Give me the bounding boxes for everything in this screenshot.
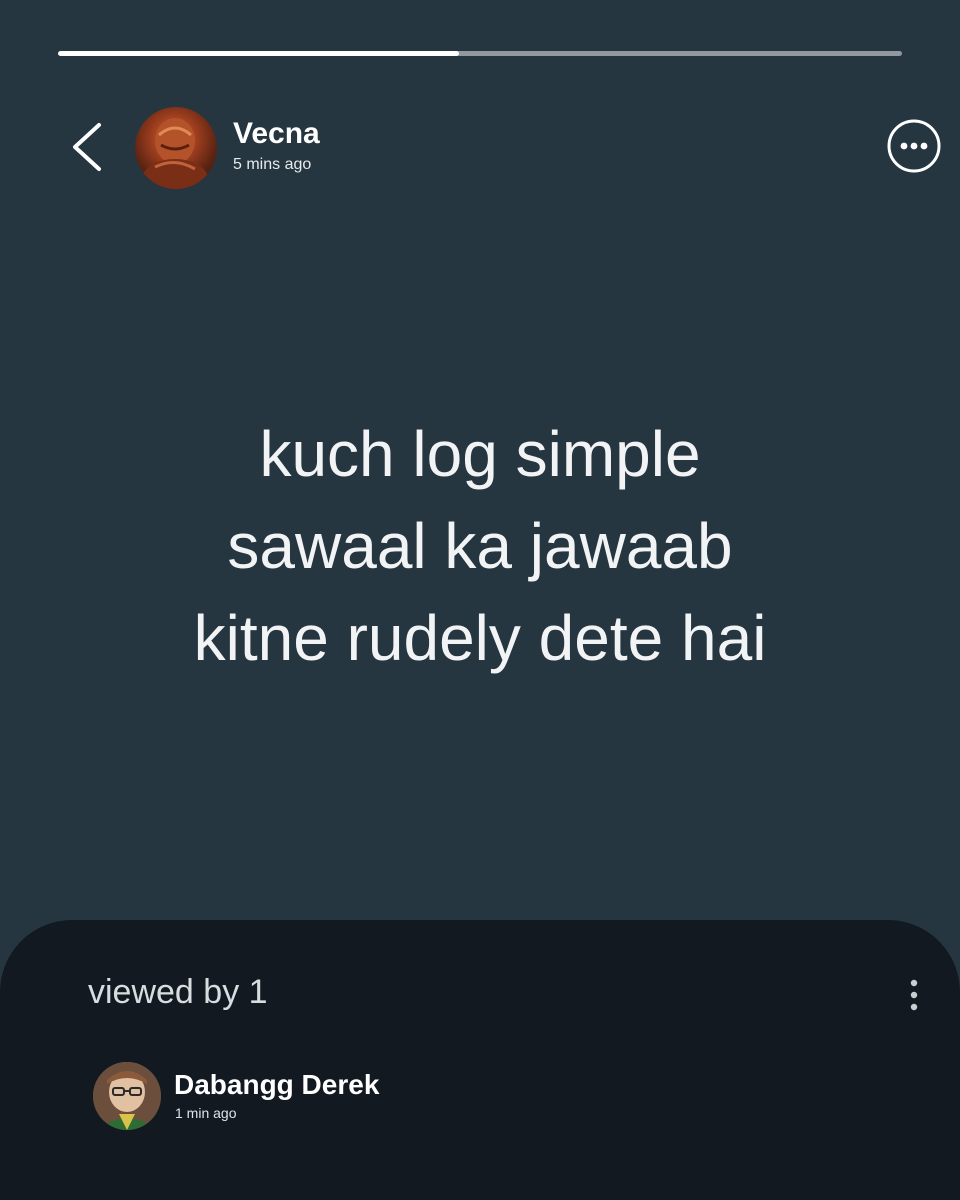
viewer-time: 1 min ago <box>175 1105 237 1121</box>
status-progress-bar <box>58 51 902 56</box>
viewer-list-item[interactable]: Dabangg Derek 1 min ago <box>88 1056 868 1136</box>
author-name[interactable]: Vecna <box>233 116 320 152</box>
viewer-avatar <box>93 1062 161 1130</box>
author-avatar-image <box>141 118 209 189</box>
author-avatar[interactable] <box>135 107 217 189</box>
status-line: kitne rudely dete hai <box>193 602 767 674</box>
viewer-name: Dabangg Derek <box>174 1069 380 1100</box>
more-options-button[interactable] <box>887 119 941 173</box>
viewed-by-title: viewed by 1 <box>88 973 268 1011</box>
more-options-icon <box>887 119 941 173</box>
status-viewer-screen: Vecna 5 mins ago kuch log simple sawaal … <box>0 0 960 1200</box>
vertical-dots-icon <box>910 979 918 1011</box>
status-line: sawaal ka jawaab <box>227 510 733 582</box>
posted-time: 5 mins ago <box>233 156 312 173</box>
back-chevron-icon <box>73 123 101 171</box>
status-progress-fill <box>58 51 459 56</box>
status-text: kuch log simple sawaal ka jawaab kitne r… <box>80 408 880 684</box>
viewer-avatar-image <box>93 1062 161 1130</box>
back-button[interactable] <box>60 118 112 176</box>
status-line: kuch log simple <box>259 418 701 490</box>
panel-menu-button[interactable] <box>898 976 930 1016</box>
